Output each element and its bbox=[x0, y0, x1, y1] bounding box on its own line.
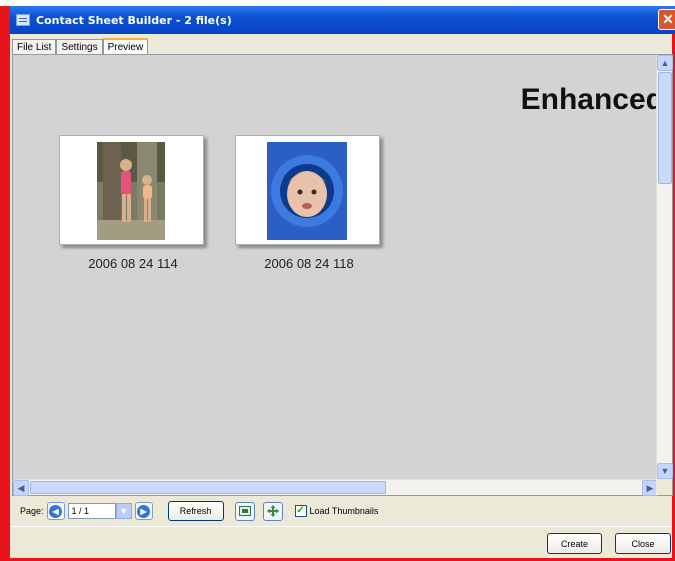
first-page-icon: ◀ bbox=[49, 504, 63, 518]
tab-file-list[interactable]: File List bbox=[12, 39, 57, 55]
scroll-up-icon[interactable]: ▲ bbox=[657, 55, 673, 71]
contact-sheet-window: Contact Sheet Builder - 2 file(s) ✕ File… bbox=[0, 0, 675, 561]
tab-settings[interactable]: Settings bbox=[56, 39, 103, 55]
refresh-button[interactable]: Refresh bbox=[167, 501, 224, 521]
enhanced-heading: Enhanced bbox=[520, 83, 664, 116]
last-page-button[interactable]: ▶ bbox=[134, 502, 153, 520]
tab-bar: File List Settings Preview bbox=[12, 38, 149, 55]
fit-view-button[interactable] bbox=[262, 501, 283, 521]
window-title: Contact Sheet Builder - 2 file(s) bbox=[36, 13, 232, 27]
title-bar[interactable]: Contact Sheet Builder - 2 file(s) ✕ bbox=[10, 6, 675, 34]
horizontal-scrollbar[interactable]: ◀ ▶ bbox=[13, 479, 658, 496]
scroll-down-icon[interactable]: ▼ bbox=[657, 463, 673, 479]
preview-panel: Enhanced 2006 08 24 114 2006 08 24 118 ▲… bbox=[12, 54, 673, 496]
page-field[interactable]: 1 / 1 bbox=[67, 503, 116, 519]
scroll-left-icon[interactable]: ◀ bbox=[13, 480, 29, 496]
thumbnail-card[interactable] bbox=[59, 135, 204, 245]
load-thumbnails-checkbox[interactable]: ✓ bbox=[294, 505, 307, 517]
horizontal-scroll-thumb[interactable] bbox=[30, 481, 386, 494]
create-button[interactable]: Create bbox=[547, 533, 602, 554]
close-button[interactable]: Close bbox=[615, 533, 671, 554]
vertical-scrollbar[interactable]: ▲ ▼ bbox=[656, 55, 673, 479]
image-view-button[interactable] bbox=[234, 501, 255, 521]
vertical-scroll-thumb[interactable] bbox=[658, 72, 672, 184]
image-icon bbox=[238, 506, 251, 516]
page-select[interactable]: 1 / 1 ▼ bbox=[67, 503, 132, 519]
close-icon[interactable]: ✕ bbox=[658, 9, 675, 30]
preview-toolbar: Page: ◀ 1 / 1 ▼ ▶ Refresh ✓ Load Thumbna… bbox=[12, 498, 673, 524]
photo-girls-by-tree bbox=[97, 142, 165, 240]
page-label: Page: bbox=[20, 506, 44, 516]
thumbnail-card[interactable] bbox=[235, 135, 380, 245]
first-page-button[interactable]: ◀ bbox=[46, 502, 65, 520]
thumbnail-caption: 2006 08 24 114 bbox=[88, 256, 178, 271]
tab-preview[interactable]: Preview bbox=[102, 38, 149, 55]
app-icon bbox=[16, 14, 30, 26]
scroll-corner bbox=[656, 479, 672, 495]
move-icon bbox=[266, 505, 279, 517]
dialog-footer: Create Close bbox=[10, 526, 672, 558]
thumbnail-caption: 2006 08 24 118 bbox=[264, 256, 354, 271]
chevron-down-icon[interactable]: ▼ bbox=[115, 503, 132, 519]
last-page-icon: ▶ bbox=[137, 504, 151, 518]
photo-child-face bbox=[267, 142, 347, 240]
load-thumbnails-label: Load Thumbnails bbox=[309, 506, 379, 516]
